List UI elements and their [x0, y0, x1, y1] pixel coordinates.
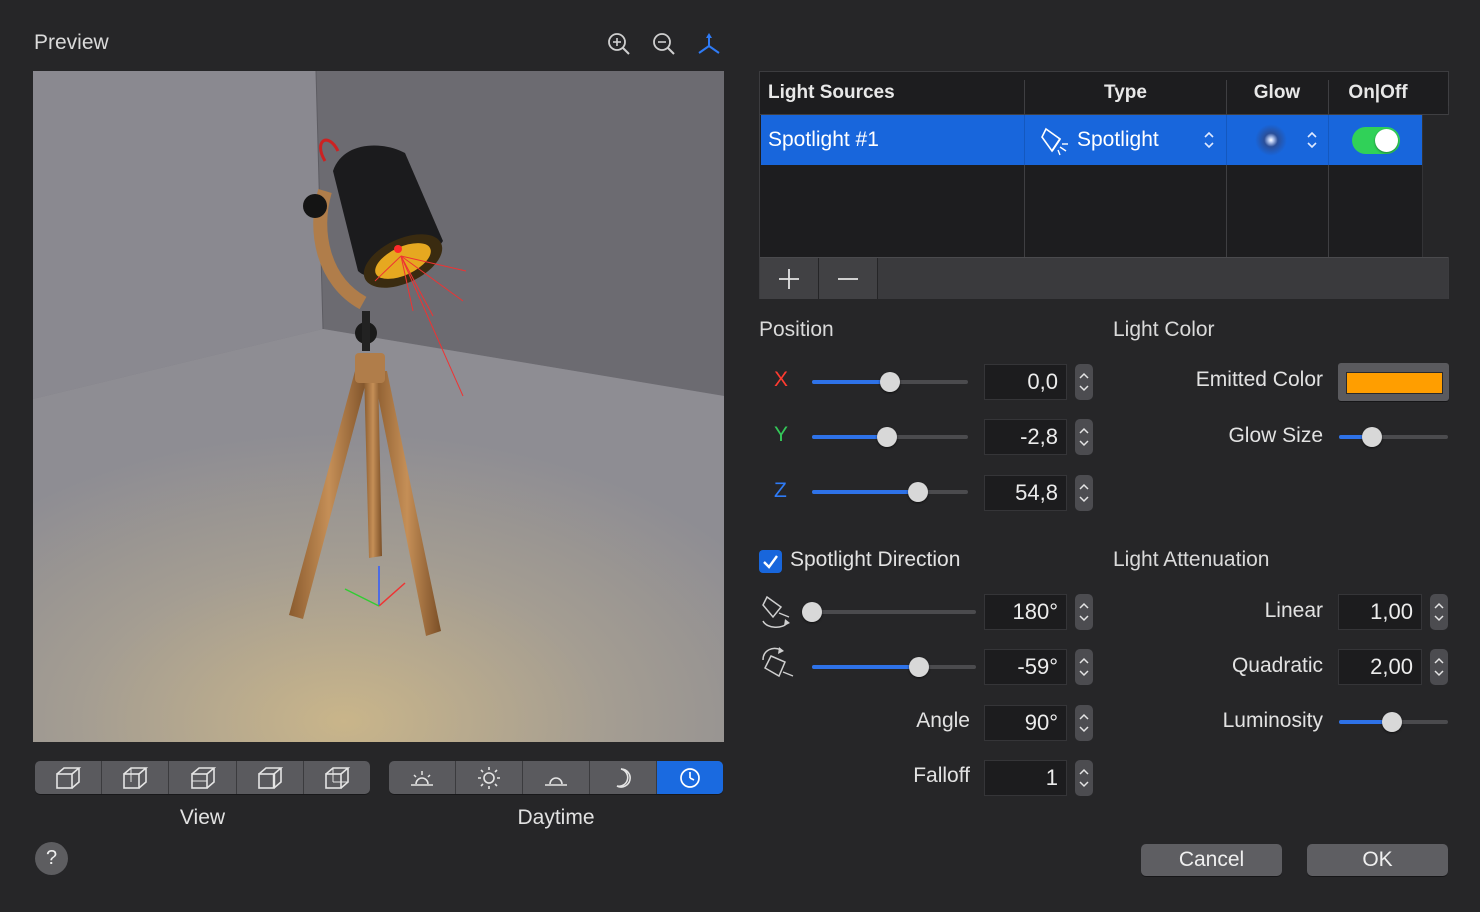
position-title: Position — [759, 318, 834, 341]
emitted-color-swatch — [1346, 372, 1443, 394]
daytime-sunset-button[interactable] — [523, 761, 590, 794]
view-top-button[interactable] — [169, 761, 237, 794]
preview-viewport[interactable] — [33, 71, 724, 742]
table-row[interactable]: Spotlight #1 Spotlight — [761, 115, 1422, 165]
light-type-select[interactable]: Spotlight — [1077, 115, 1159, 165]
column-header-type[interactable]: Type — [1025, 72, 1226, 114]
x-position-stepper[interactable] — [1075, 364, 1093, 400]
glow-select-chevrons-icon[interactable] — [1305, 129, 1319, 156]
lamp-scene-image — [33, 71, 724, 742]
table-scrollbar[interactable] — [1422, 115, 1449, 257]
vertical-rotation-slider[interactable] — [812, 657, 976, 677]
linear-stepper[interactable] — [1430, 594, 1448, 630]
x-axis-label: X — [774, 368, 789, 391]
cube-top-icon — [190, 766, 216, 789]
spotlight-direction-label[interactable]: Spotlight Direction — [790, 548, 960, 572]
cube-front-icon — [56, 766, 82, 789]
help-button[interactable]: ? — [35, 842, 68, 875]
vertical-rotation-field[interactable]: -59° — [984, 649, 1067, 685]
add-light-button[interactable] — [760, 258, 819, 299]
emitted-color-label: Emitted Color — [1195, 368, 1323, 391]
z-position-stepper[interactable] — [1075, 475, 1093, 511]
view-right-button[interactable] — [102, 761, 170, 794]
light-attenuation-title: Light Attenuation — [1113, 548, 1270, 571]
column-header-onoff[interactable]: On|Off — [1328, 72, 1428, 114]
x-position-slider[interactable] — [812, 372, 968, 392]
spotlight-type-icon — [1038, 125, 1070, 162]
glow-preview-swatch[interactable] — [1255, 124, 1287, 156]
cancel-button[interactable]: Cancel — [1141, 844, 1282, 876]
z-axis-label: Z — [774, 479, 787, 502]
falloff-label: Falloff — [913, 764, 970, 787]
moon-icon — [616, 767, 631, 788]
quadratic-field[interactable]: 2,00 — [1338, 649, 1422, 685]
daytime-night-button[interactable] — [590, 761, 657, 794]
horizontal-rotation-slider[interactable] — [802, 602, 976, 622]
light-enabled-toggle[interactable] — [1352, 127, 1400, 154]
daytime-custom-button[interactable] — [657, 761, 723, 794]
falloff-stepper[interactable] — [1075, 760, 1093, 796]
angle-label: Angle — [916, 709, 970, 732]
y-position-field[interactable]: -2,8 — [984, 419, 1067, 455]
clock-icon — [680, 767, 700, 788]
sun-icon — [478, 766, 500, 789]
zoom-out-icon[interactable] — [652, 32, 676, 56]
y-axis-label: Y — [774, 423, 789, 446]
light-color-title: Light Color — [1113, 318, 1215, 341]
plus-icon — [779, 268, 799, 289]
y-position-stepper[interactable] — [1075, 419, 1093, 455]
quadratic-stepper[interactable] — [1430, 649, 1448, 685]
luminosity-slider[interactable] — [1339, 712, 1448, 732]
glow-size-slider[interactable] — [1339, 427, 1448, 447]
daytime-label: Daytime — [517, 806, 595, 829]
linear-field[interactable]: 1,00 — [1338, 594, 1422, 630]
preview-title: Preview — [34, 31, 109, 54]
ok-button[interactable]: OK — [1307, 844, 1448, 876]
minus-icon — [838, 277, 858, 280]
light-source-name[interactable]: Spotlight #1 — [768, 115, 879, 165]
column-header-glow[interactable]: Glow — [1226, 72, 1328, 114]
y-position-slider[interactable] — [812, 427, 968, 447]
angle-field[interactable]: 90° — [984, 705, 1067, 741]
angle-stepper[interactable] — [1075, 705, 1093, 741]
glow-size-label: Glow Size — [1228, 424, 1323, 447]
table-footer — [760, 257, 1448, 299]
remove-light-button[interactable] — [819, 258, 878, 299]
type-select-chevrons-icon[interactable] — [1202, 129, 1216, 156]
falloff-field[interactable]: 1 — [984, 760, 1067, 796]
linear-label: Linear — [1264, 599, 1323, 622]
axes-icon[interactable] — [696, 32, 722, 56]
z-position-field[interactable]: 54,8 — [984, 475, 1067, 511]
light-sources-table: Light Sources Type Glow On|Off Spotlight… — [759, 71, 1449, 299]
sunrise-icon — [411, 770, 433, 786]
cube-right-icon — [123, 766, 149, 789]
zoom-in-icon[interactable] — [607, 32, 631, 56]
column-header-light-sources[interactable]: Light Sources — [768, 72, 895, 114]
view-segmented-control — [35, 761, 370, 794]
sunset-icon — [545, 776, 567, 786]
horizontal-rotation-field[interactable]: 180° — [984, 594, 1067, 630]
emitted-color-well[interactable] — [1338, 363, 1449, 401]
quadratic-label: Quadratic — [1231, 654, 1323, 677]
vertical-rotation-stepper[interactable] — [1075, 649, 1093, 685]
daytime-noon-button[interactable] — [456, 761, 523, 794]
vertical-rotation-icon — [759, 646, 797, 687]
view-perspective-button[interactable] — [304, 761, 370, 794]
view-front-button[interactable] — [35, 761, 103, 794]
spotlight-direction-checkbox[interactable] — [759, 550, 782, 573]
z-position-slider[interactable] — [812, 482, 968, 502]
view-left-button[interactable] — [237, 761, 304, 794]
cube-perspective-icon — [325, 766, 351, 789]
daytime-sunrise-button[interactable] — [389, 761, 456, 794]
luminosity-label: Luminosity — [1222, 709, 1323, 732]
horizontal-rotation-stepper[interactable] — [1075, 594, 1093, 630]
cube-left-icon — [257, 766, 283, 789]
x-position-field[interactable]: 0,0 — [984, 364, 1067, 400]
daytime-segmented-control — [389, 761, 723, 794]
view-label: View — [179, 806, 226, 829]
horizontal-rotation-icon — [759, 593, 795, 638]
